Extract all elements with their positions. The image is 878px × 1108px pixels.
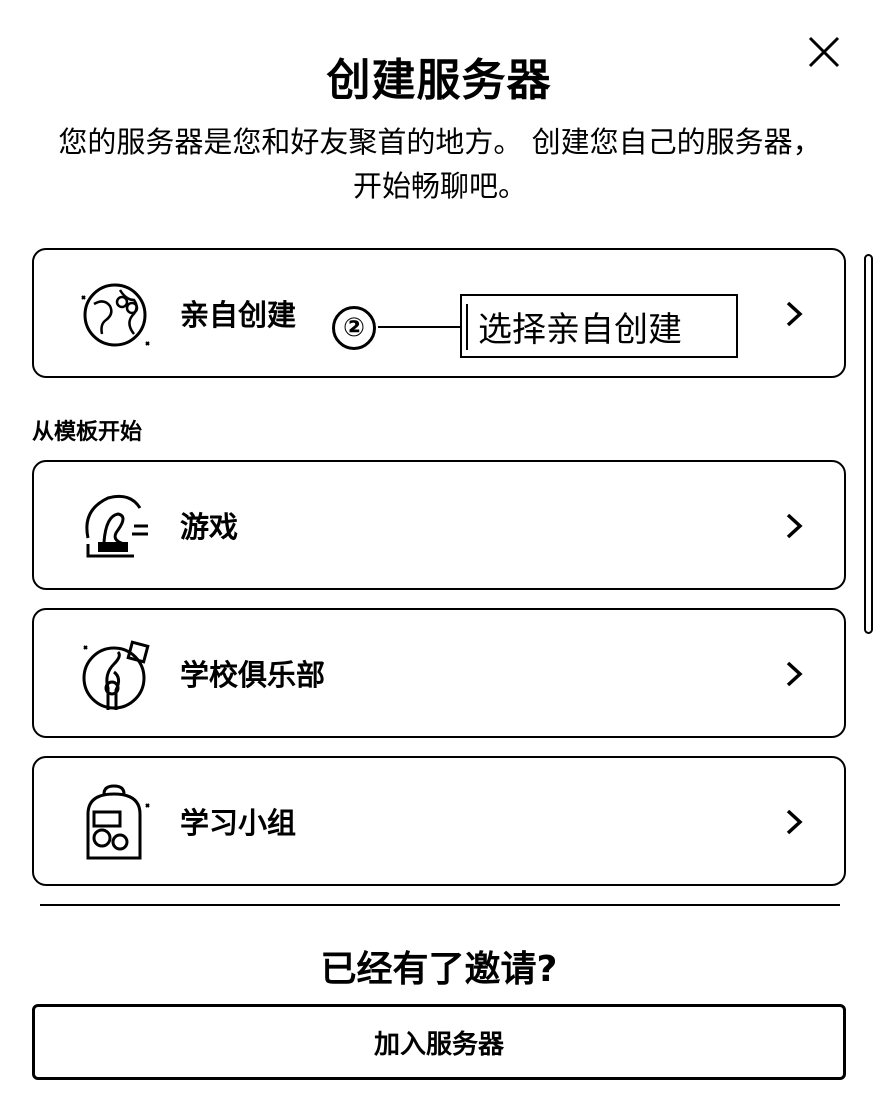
modal-title: 创建服务器 [326, 55, 552, 106]
templates-section-label: 从模板开始 [32, 420, 143, 445]
annotation-bar [466, 304, 468, 350]
invite-heading: 已经有了邀请? [320, 949, 558, 990]
chevron-right-icon [786, 809, 803, 835]
annotation-connector [378, 326, 462, 328]
divider [40, 904, 840, 906]
chevron-right-icon [786, 301, 803, 327]
template-option-school-club[interactable]: 学校俱乐部 [32, 608, 846, 738]
create-server-modal: 创建服务器 您的服务器是您和好友聚首的地方。 创建您自己的服务器，开始畅聊吧。 … [0, 0, 878, 1108]
chevron-right-icon [786, 513, 803, 539]
globe-icon [81, 283, 150, 347]
template-label-gaming: 游戏 [180, 510, 239, 544]
chevron-right-icon [786, 661, 803, 687]
game-controller-icon [85, 494, 148, 558]
modal-subtitle: 您的服务器是您和好友聚首的地方。 创建您自己的服务器，开始畅聊吧。 [58, 125, 822, 203]
join-server-button[interactable]: 加入服务器 [32, 1004, 846, 1080]
template-option-gaming[interactable]: 游戏 [32, 460, 846, 590]
annotation-step-number: ② [332, 306, 376, 350]
scrollbar[interactable] [864, 254, 873, 634]
template-label-school-club: 学校俱乐部 [180, 658, 326, 692]
annotation-callout: 选择亲自创建 [460, 294, 738, 358]
annotation-text: 选择亲自创建 [478, 309, 682, 350]
create-my-own-label: 亲自创建 [180, 298, 297, 332]
template-option-study-group[interactable]: 学习小组 [32, 756, 846, 886]
template-label-study-group: 学习小组 [180, 806, 297, 840]
music-note-icon [82, 640, 150, 710]
backpack-icon [86, 784, 150, 860]
